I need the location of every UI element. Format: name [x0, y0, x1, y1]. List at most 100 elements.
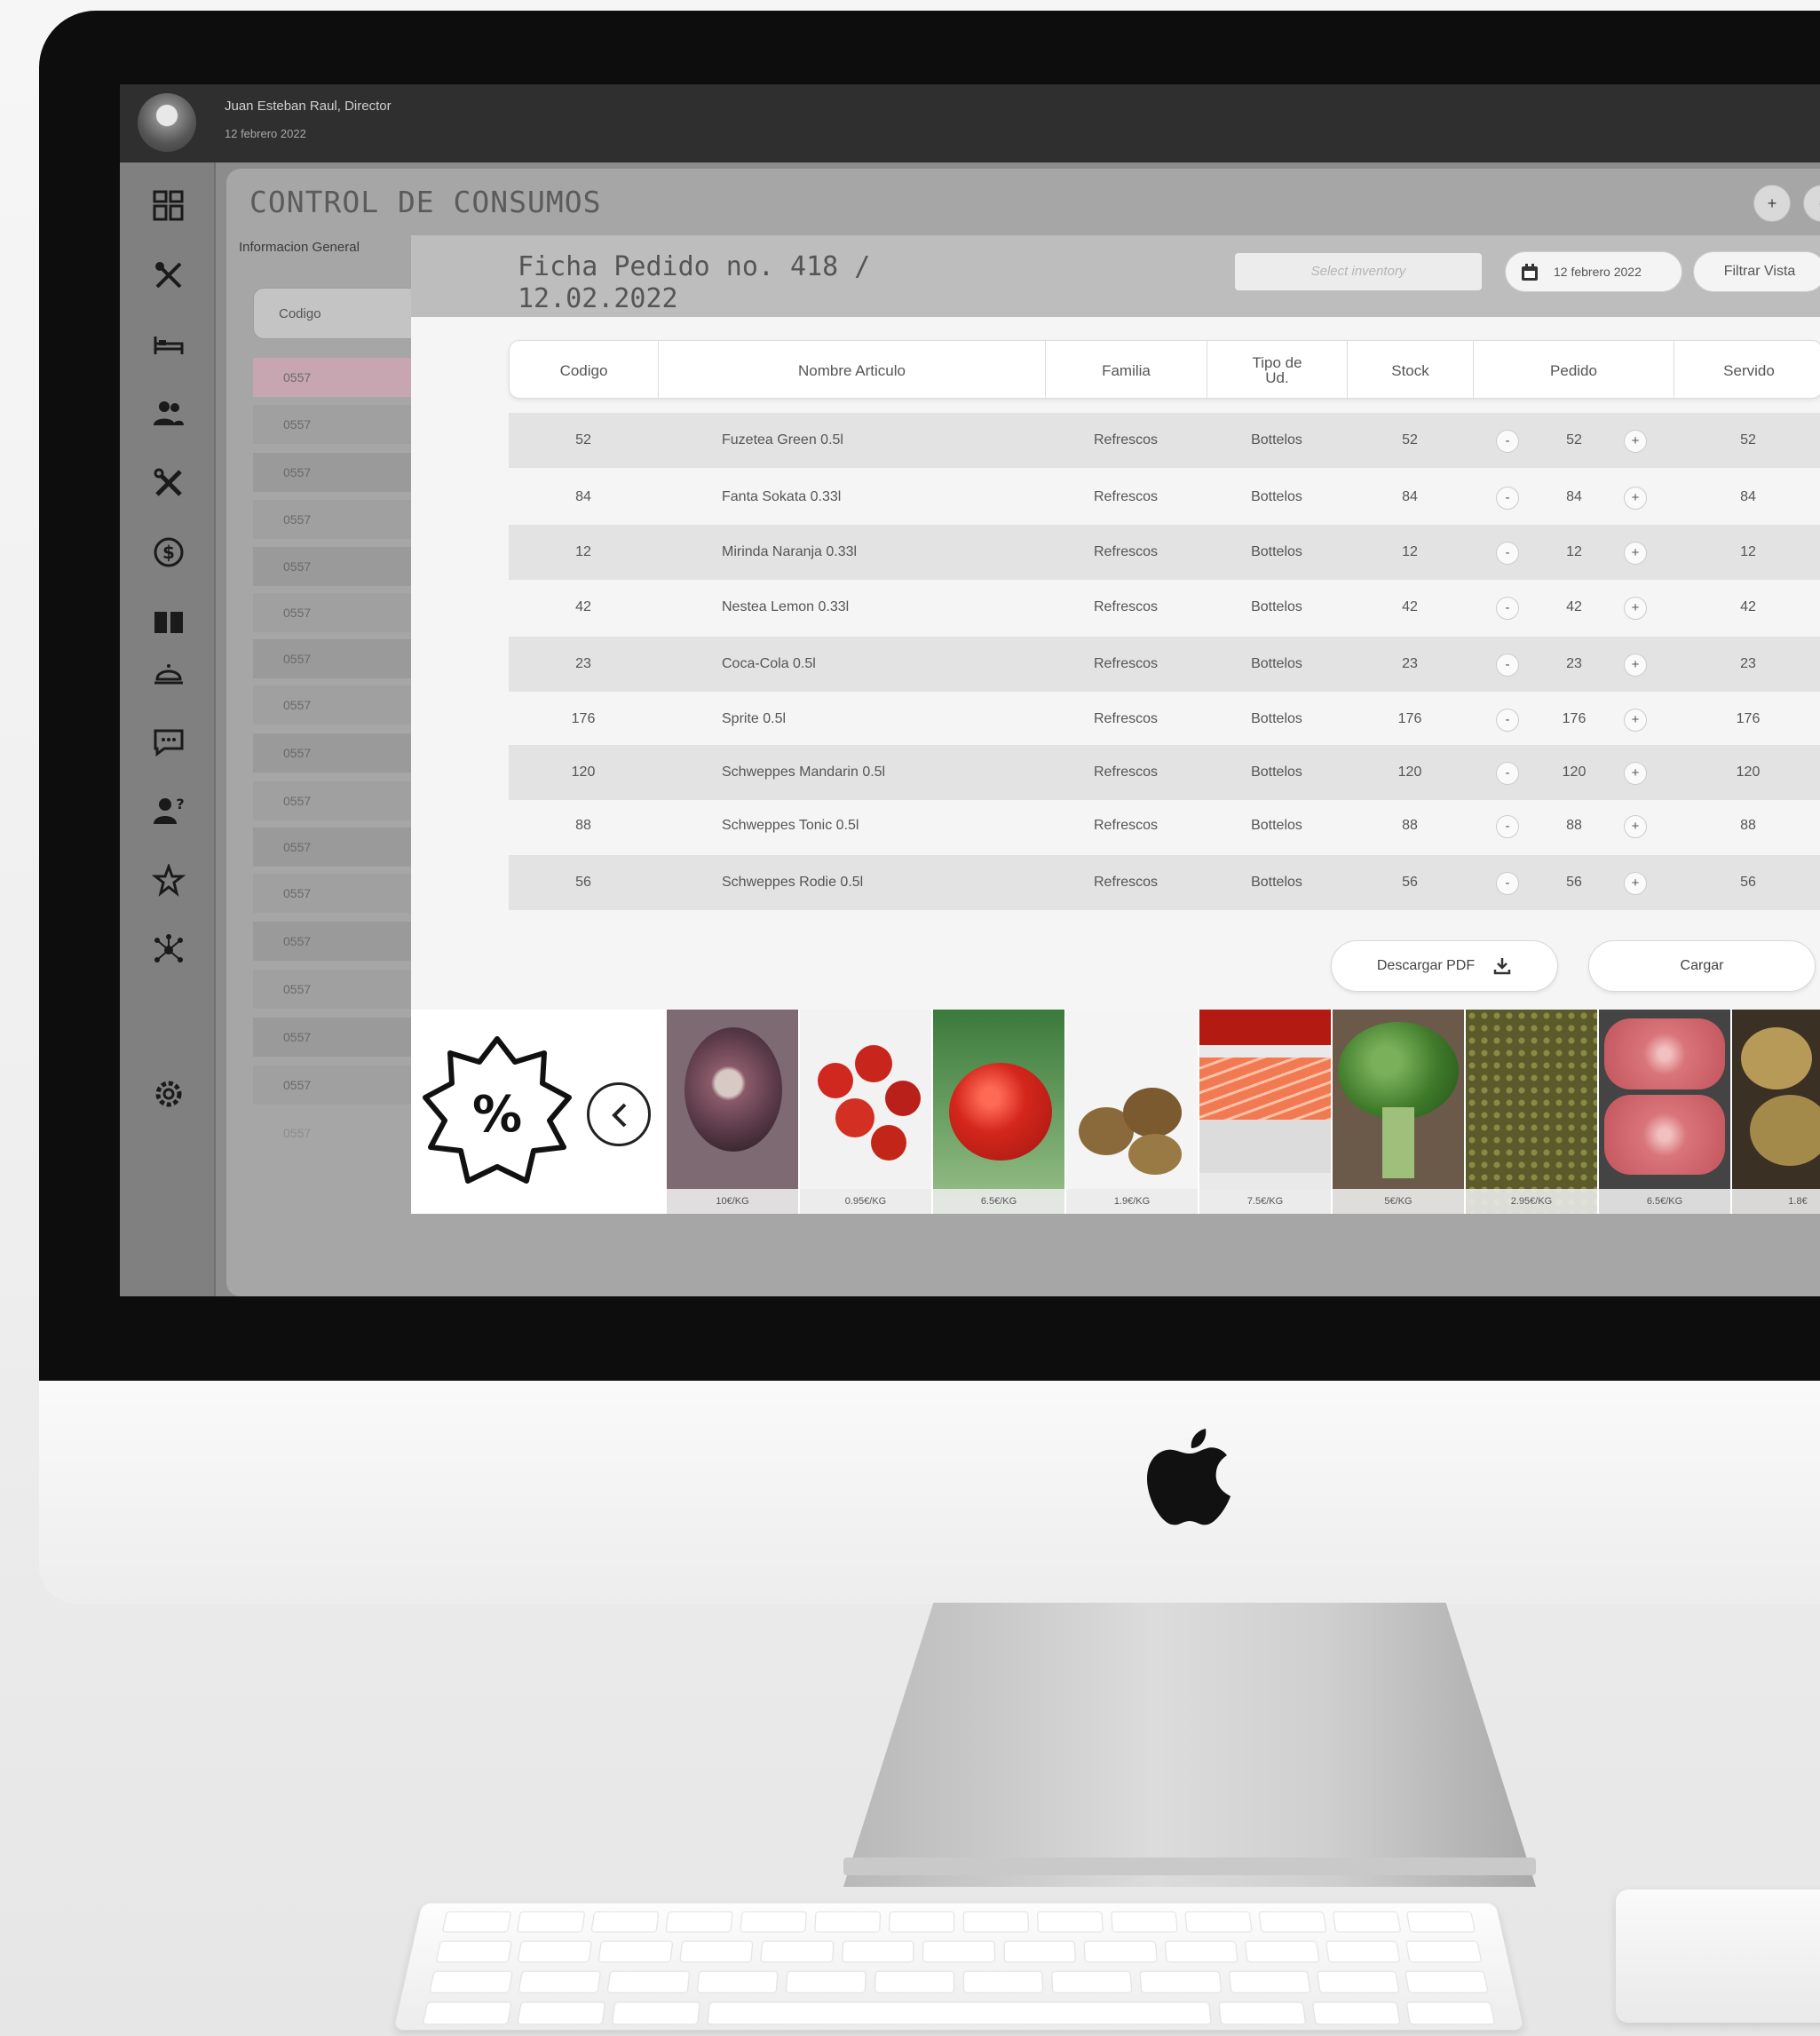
carousel-prev-button[interactable]	[587, 1082, 651, 1146]
increase-button[interactable]: +	[1624, 430, 1647, 453]
product-card-kiwi[interactable]: 1.9€/KG	[1066, 1010, 1198, 1214]
top-bar: Juan Esteban Raul, Director 12 febrero 2…	[120, 84, 1820, 162]
svg-text:$: $	[162, 542, 175, 563]
stand-base	[843, 1858, 1536, 1875]
col-pedido[interactable]: Pedido	[1474, 341, 1674, 400]
users-icon[interactable]	[152, 397, 186, 431]
table-row[interactable]: 56 Schweppes Rodie 0.5l Refrescos Bottel…	[509, 855, 1820, 910]
download-pdf-button[interactable]: Descargar PDF	[1331, 940, 1558, 992]
list-item[interactable]: 0557	[253, 922, 413, 961]
list-item[interactable]: 0557	[253, 970, 413, 1009]
col-servido[interactable]: Servido	[1674, 341, 1820, 400]
decrease-button[interactable]: -	[1496, 487, 1519, 510]
list-item[interactable]: 0557	[253, 547, 413, 586]
date-filter[interactable]: 12 febrero 2022	[1505, 251, 1682, 292]
list-item[interactable]: 0557	[253, 874, 413, 913]
list-item[interactable]: 0557	[253, 358, 413, 397]
increase-button[interactable]: +	[1624, 542, 1647, 565]
dashboard-icon[interactable]	[152, 189, 186, 223]
col-tipo[interactable]: Tipo de Ud.	[1207, 341, 1348, 400]
col-codigo[interactable]: Codigo	[510, 341, 659, 400]
product-card-salmon[interactable]: 7.5€/KG	[1199, 1010, 1331, 1214]
page-title: CONTROL DE CONSUMOS	[249, 185, 602, 219]
order-title: Ficha Pedido no. 418 / 12.02.2022	[518, 251, 871, 314]
table-row[interactable]: 12 Mirinda Naranja 0.33l Refrescos Botte…	[509, 525, 1820, 580]
trackpad	[1616, 1889, 1820, 2023]
calendar-icon	[1522, 264, 1538, 281]
general-info-panel: Informacion General Codigo 0557 0557 055…	[239, 231, 416, 1208]
table-row[interactable]: 52 Fuzetea Green 0.5l Refrescos Bottelos…	[509, 413, 1820, 468]
add-button[interactable]: +	[1753, 185, 1791, 222]
increase-button[interactable]: +	[1624, 487, 1647, 510]
user-date: 12 febrero 2022	[225, 127, 306, 140]
increase-button[interactable]: +	[1624, 709, 1647, 732]
product-card-beef[interactable]: 6.5€/KG	[1599, 1010, 1730, 1214]
increase-button[interactable]: +	[1624, 654, 1647, 677]
product-card-cherry-tomatoes[interactable]: 0.95€/KG	[800, 1010, 931, 1214]
decrease-button[interactable]: -	[1496, 709, 1519, 732]
list-item[interactable]: 0557	[253, 500, 413, 539]
load-button[interactable]: Cargar	[1588, 940, 1816, 992]
list-item[interactable]: 0557	[253, 828, 413, 867]
increase-button[interactable]: +	[1624, 762, 1647, 785]
list-item[interactable]: 0557	[253, 733, 413, 772]
list-item[interactable]: 0557	[253, 685, 413, 725]
decrease-button[interactable]: -	[1496, 597, 1519, 620]
user-name: Juan Esteban Raul, Director	[225, 99, 392, 114]
product-card-octopus[interactable]: 10€/KG	[667, 1010, 798, 1214]
increase-button[interactable]: +	[1624, 815, 1647, 838]
table-row[interactable]: 176 Sprite 0.5l Refrescos Bottelos 176 -…	[509, 692, 1820, 747]
promo-strip: % 10€/KG 0.95€/KG 6.5€/KG 1.9€/KG 7.5€/K…	[411, 1010, 1820, 1214]
col-stock[interactable]: Stock	[1348, 341, 1474, 400]
star-people-icon[interactable]	[152, 864, 186, 898]
decrease-button[interactable]: -	[1496, 815, 1519, 838]
dollar-icon[interactable]: $	[152, 535, 186, 569]
remove-button[interactable]: -	[1803, 185, 1820, 222]
list-item[interactable]: 0557	[253, 593, 413, 632]
list-item[interactable]: 0557	[253, 1066, 413, 1105]
book-icon[interactable]	[152, 605, 186, 638]
tools-icon[interactable]	[152, 466, 186, 500]
product-card-tomato[interactable]: 6.5€/KG	[933, 1010, 1064, 1214]
table-row[interactable]: 84 Fanta Sokata 0.33l Refrescos Bottelos…	[509, 470, 1820, 525]
chevron-left-icon	[612, 1103, 627, 1128]
product-card-broccoli[interactable]: 5€/KG	[1333, 1010, 1464, 1214]
table-row[interactable]: 120 Schweppes Mandarin 0.5l Refrescos Bo…	[509, 745, 1820, 800]
table-header: Codigo Nombre Articulo Familia Tipo de U…	[509, 340, 1820, 400]
decrease-button[interactable]: -	[1496, 542, 1519, 565]
list-item[interactable]: 0557	[253, 1113, 413, 1153]
inventory-select[interactable]: Select inventory	[1235, 253, 1482, 290]
user-question-icon[interactable]: ?	[152, 795, 186, 828]
increase-button[interactable]: +	[1624, 872, 1647, 895]
sidebar: $ ?	[120, 162, 216, 1296]
product-card-lentils[interactable]: 2.95€/KG	[1466, 1010, 1597, 1214]
list-item[interactable]: 0557	[253, 405, 413, 444]
cloche-icon[interactable]	[152, 656, 186, 690]
list-item[interactable]: 0557	[253, 639, 413, 678]
discount-badge-icon: %	[423, 1036, 572, 1184]
decrease-button[interactable]: -	[1496, 654, 1519, 677]
network-icon[interactable]	[152, 933, 186, 967]
list-item[interactable]: 0557	[253, 781, 413, 820]
decrease-button[interactable]: -	[1496, 762, 1519, 785]
table-row[interactable]: 23 Coca-Cola 0.5l Refrescos Bottelos 23 …	[509, 637, 1820, 692]
list-item[interactable]: 0557	[253, 1018, 413, 1057]
filter-view-button[interactable]: Filtrar Vista	[1693, 251, 1820, 292]
utensils-icon[interactable]	[152, 258, 186, 292]
increase-button[interactable]: +	[1624, 597, 1647, 620]
keyboard	[393, 1903, 1524, 2031]
col-familia[interactable]: Familia	[1046, 341, 1207, 400]
product-card-potatoes[interactable]: 1.8€	[1732, 1010, 1820, 1214]
settings-icon[interactable]	[152, 1077, 186, 1111]
table-row[interactable]: 42 Nestea Lemon 0.33l Refrescos Bottelos…	[509, 580, 1820, 635]
chat-icon[interactable]	[152, 725, 186, 759]
decrease-button[interactable]: -	[1496, 430, 1519, 453]
bed-icon[interactable]	[152, 328, 186, 361]
code-column-header: Codigo	[253, 288, 413, 339]
table-row[interactable]: 88 Schweppes Tonic 0.5l Refrescos Bottel…	[509, 798, 1820, 853]
decrease-button[interactable]: -	[1496, 872, 1519, 895]
col-nombre[interactable]: Nombre Articulo	[659, 341, 1046, 400]
monitor-stand	[843, 1603, 1536, 1887]
avatar[interactable]	[138, 93, 196, 152]
list-item[interactable]: 0557	[253, 453, 413, 492]
